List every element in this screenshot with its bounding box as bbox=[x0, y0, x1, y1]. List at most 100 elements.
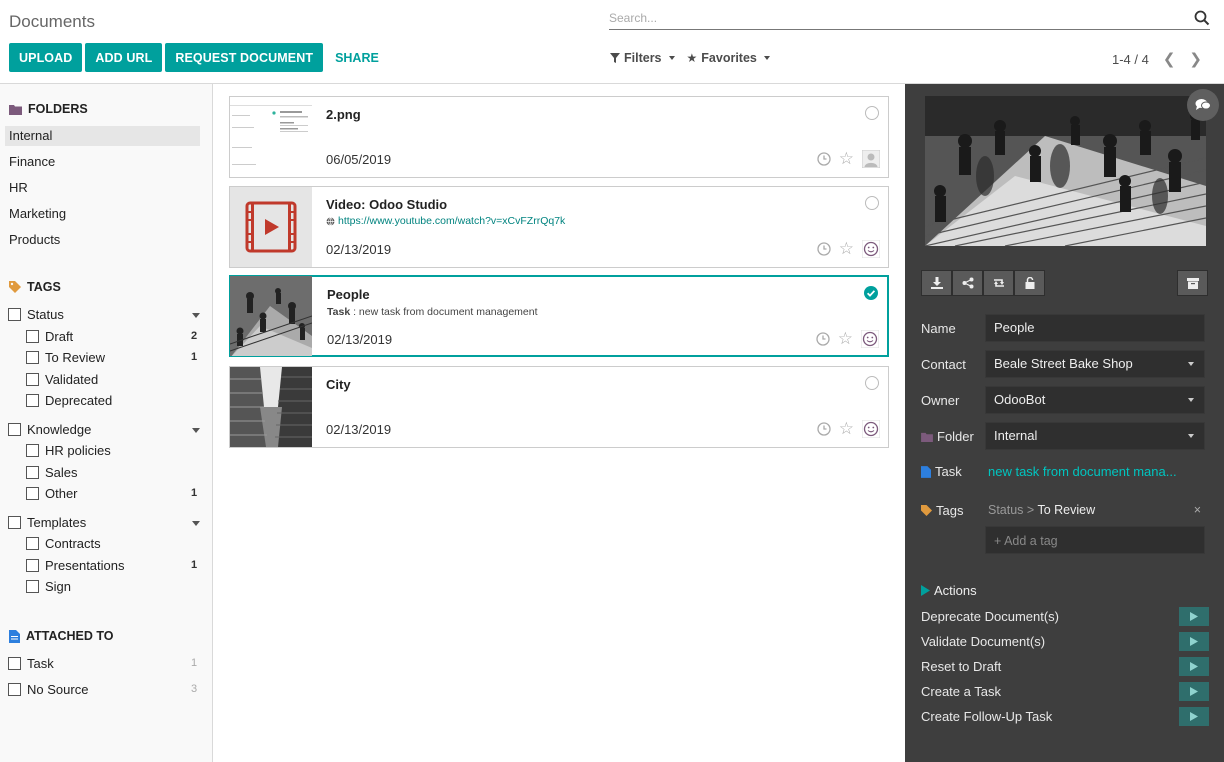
checkbox[interactable] bbox=[26, 444, 39, 457]
checkbox[interactable] bbox=[26, 394, 39, 407]
folder-item-products[interactable]: Products bbox=[5, 230, 200, 250]
document-preview[interactable] bbox=[925, 96, 1206, 246]
add-url-button[interactable]: ADD URL bbox=[85, 43, 163, 72]
actions-header[interactable]: Actions bbox=[921, 583, 977, 598]
select-circle-icon[interactable] bbox=[865, 376, 879, 390]
folder-item-hr[interactable]: HR bbox=[5, 178, 200, 198]
select-circle-icon[interactable] bbox=[865, 196, 879, 210]
add-tag-input[interactable]: + Add a tag bbox=[985, 526, 1205, 554]
filters-dropdown[interactable]: Filters bbox=[610, 51, 675, 65]
search-icon[interactable] bbox=[1194, 10, 1210, 26]
document-inspector: Name People Contact Beale Street Bake Sh… bbox=[905, 84, 1224, 762]
star-outline-icon[interactable]: ☆ bbox=[839, 240, 854, 257]
tag-group-templates[interactable]: Templates bbox=[8, 515, 86, 530]
tag-item-draft[interactable]: Draft bbox=[26, 329, 73, 344]
checkbox[interactable] bbox=[26, 537, 39, 550]
chevron-left-icon[interactable]: ❮ bbox=[1163, 50, 1176, 68]
checkbox[interactable] bbox=[26, 487, 39, 500]
favorites-label: Favorites bbox=[701, 51, 757, 65]
search-input[interactable] bbox=[609, 8, 1179, 28]
share-doc-button[interactable] bbox=[952, 270, 983, 296]
checkbox[interactable] bbox=[26, 351, 39, 364]
checkbox[interactable] bbox=[8, 516, 21, 529]
download-button[interactable] bbox=[921, 270, 952, 296]
folder-item-finance[interactable]: Finance bbox=[5, 152, 200, 172]
caret-down-icon bbox=[1188, 398, 1194, 402]
checkbox[interactable] bbox=[26, 373, 39, 386]
star-outline-icon[interactable]: ☆ bbox=[839, 420, 854, 437]
globe-icon bbox=[326, 216, 335, 226]
caret-down-icon[interactable] bbox=[192, 428, 200, 433]
owner-label: Owner bbox=[921, 393, 960, 408]
unlock-icon bbox=[1025, 277, 1034, 289]
tags-field-label: Tags bbox=[921, 503, 963, 518]
checkbox[interactable] bbox=[8, 657, 21, 670]
contact-select[interactable]: Beale Street Bake Shop bbox=[985, 350, 1205, 378]
run-action-button[interactable] bbox=[1179, 607, 1209, 626]
remove-tag-icon[interactable]: × bbox=[1194, 503, 1201, 517]
tag-item-sign[interactable]: Sign bbox=[26, 579, 71, 594]
tag-group-knowledge[interactable]: Knowledge bbox=[8, 422, 91, 437]
document-card[interactable]: 2.png 06/05/2019 ☆ bbox=[229, 96, 889, 178]
tag-item-other[interactable]: Other bbox=[26, 486, 78, 501]
task-label-text: Task bbox=[935, 464, 962, 479]
tag-item-to-review[interactable]: To Review bbox=[26, 350, 105, 365]
checkbox[interactable] bbox=[26, 330, 39, 343]
name-input[interactable]: People bbox=[985, 314, 1205, 342]
request-document-button[interactable]: REQUEST DOCUMENT bbox=[165, 43, 324, 72]
checkbox[interactable] bbox=[26, 580, 39, 593]
star-outline-icon[interactable]: ☆ bbox=[839, 150, 854, 167]
checkbox[interactable] bbox=[26, 559, 39, 572]
tag-item-sales[interactable]: Sales bbox=[26, 465, 78, 480]
clock-icon[interactable] bbox=[817, 242, 831, 256]
upload-button[interactable]: UPLOAD bbox=[9, 43, 83, 72]
chatter-button[interactable] bbox=[1187, 89, 1219, 121]
clock-icon[interactable] bbox=[817, 422, 831, 436]
checkbox[interactable] bbox=[8, 423, 21, 436]
clock-icon[interactable] bbox=[816, 332, 830, 346]
chevron-right-icon[interactable]: ❯ bbox=[1189, 50, 1202, 68]
folder-item-internal[interactable]: Internal bbox=[5, 126, 200, 146]
run-action-button[interactable] bbox=[1179, 707, 1209, 726]
folder-select[interactable]: Internal bbox=[985, 422, 1205, 450]
document-thumbnail bbox=[230, 276, 312, 356]
page-title: Documents bbox=[9, 12, 95, 31]
document-card[interactable]: City 02/13/2019 ☆ bbox=[229, 366, 889, 448]
action-deprecate: Deprecate Document(s) bbox=[921, 607, 1209, 627]
document-url[interactable]: https://www.youtube.com/watch?v=xCvFZrrQ… bbox=[326, 215, 565, 227]
checkbox[interactable] bbox=[8, 683, 21, 696]
clock-icon[interactable] bbox=[817, 152, 831, 166]
pager-value[interactable]: 1-4 / 4 bbox=[1112, 52, 1149, 67]
tag-group-status[interactable]: Status bbox=[8, 307, 64, 322]
run-action-button[interactable] bbox=[1179, 657, 1209, 676]
replace-button[interactable] bbox=[983, 270, 1014, 296]
folder-label-text: Folder bbox=[937, 429, 974, 444]
checkbox[interactable] bbox=[26, 466, 39, 479]
document-card[interactable]: People Task : new task from document man… bbox=[229, 275, 889, 357]
tag-item-validated[interactable]: Validated bbox=[26, 372, 98, 387]
check-circle-icon[interactable] bbox=[864, 286, 878, 300]
tag-count: 1 bbox=[191, 487, 198, 499]
archive-button[interactable] bbox=[1177, 270, 1208, 296]
task-link[interactable]: new task from document mana... bbox=[988, 464, 1177, 479]
document-card[interactable]: Video: Odoo Studio https://www.youtube.c… bbox=[229, 186, 889, 268]
run-action-button[interactable] bbox=[1179, 632, 1209, 651]
owner-select[interactable]: OdooBot bbox=[985, 386, 1205, 414]
lock-button[interactable] bbox=[1014, 270, 1045, 296]
caret-down-icon[interactable] bbox=[192, 313, 200, 318]
star-outline-icon[interactable]: ☆ bbox=[838, 330, 853, 347]
attached-item-no-source[interactable]: No Source bbox=[8, 682, 88, 697]
tag-item-deprecated[interactable]: Deprecated bbox=[26, 393, 112, 408]
caret-down-icon[interactable] bbox=[192, 521, 200, 526]
tag-item-contracts[interactable]: Contracts bbox=[26, 536, 101, 551]
checkbox[interactable] bbox=[8, 308, 21, 321]
share-button[interactable]: SHARE bbox=[326, 43, 388, 72]
tag-item-presentations[interactable]: Presentations bbox=[26, 558, 125, 573]
favorites-dropdown[interactable]: ★ Favorites bbox=[687, 51, 770, 65]
folder-item-marketing[interactable]: Marketing bbox=[5, 204, 200, 224]
document-name: Video: Odoo Studio bbox=[326, 197, 448, 212]
select-circle-icon[interactable] bbox=[865, 106, 879, 120]
tag-item-hr-policies[interactable]: HR policies bbox=[26, 443, 111, 458]
run-action-button[interactable] bbox=[1179, 682, 1209, 701]
attached-item-task[interactable]: Task bbox=[8, 656, 54, 671]
